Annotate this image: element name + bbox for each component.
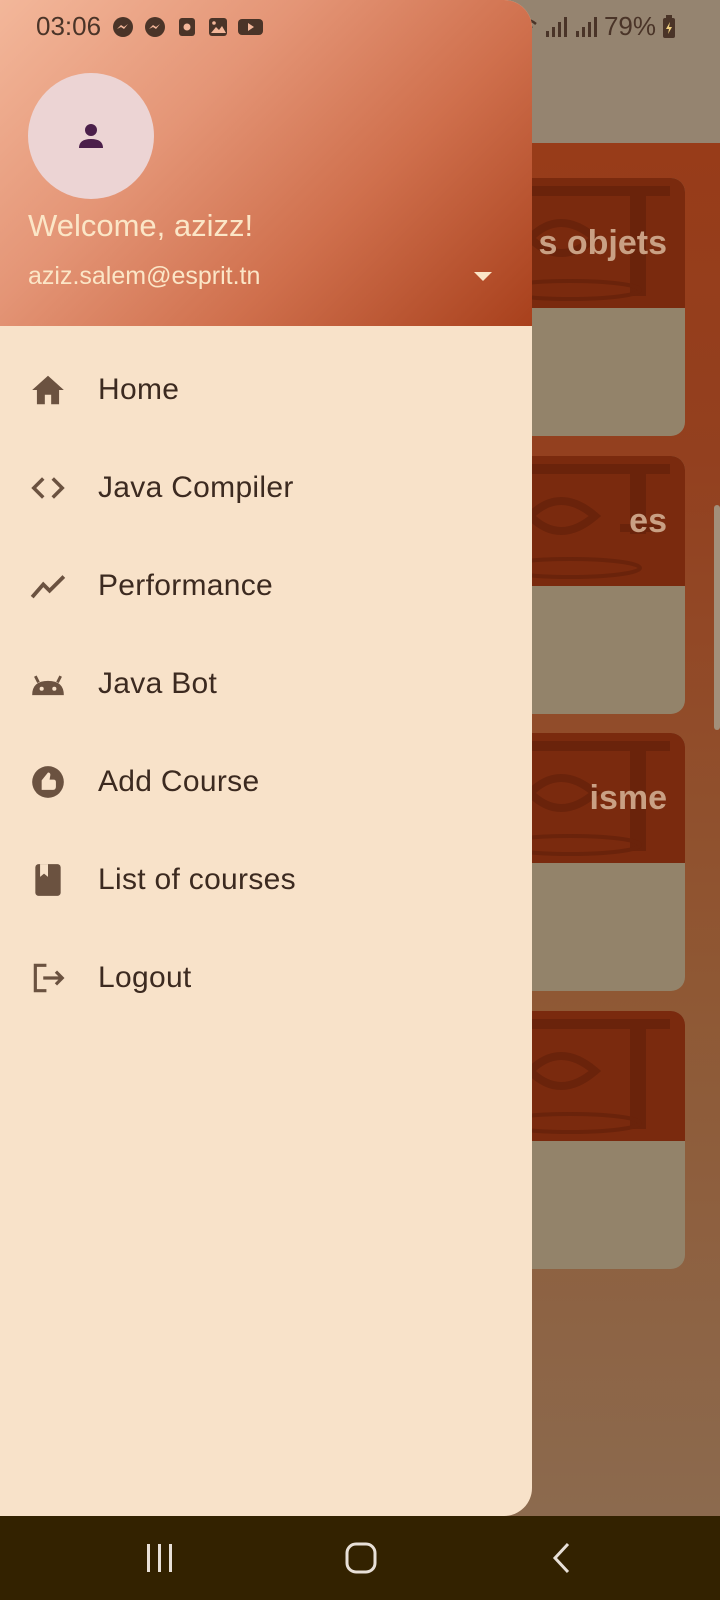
drawer-item-home[interactable]: Home	[0, 341, 532, 437]
course-title: es	[629, 502, 667, 540]
drawer-item-label: Java Bot	[98, 667, 218, 700]
youtube-icon	[238, 19, 263, 35]
course-title: s objets	[538, 224, 667, 262]
drawer-item-label: Logout	[98, 961, 192, 994]
screen-record-icon	[179, 18, 195, 36]
drawer-item-label: List of courses	[98, 863, 296, 896]
background-scrollbar	[714, 505, 720, 730]
system-nav-bar	[0, 1516, 720, 1600]
drawer-item-list-of-courses[interactable]: List of courses	[0, 831, 532, 927]
home-icon	[32, 375, 64, 405]
drawer-item-performance[interactable]: Performance	[0, 537, 532, 633]
messenger-icon	[145, 17, 165, 37]
back-icon[interactable]	[540, 1536, 584, 1580]
welcome-text: Welcome, azizz!	[28, 208, 254, 243]
drawer-item-logout[interactable]: Logout	[0, 929, 532, 1025]
drawer-item-label: Java Compiler	[98, 471, 294, 504]
drawer-item-add-course[interactable]: Add Course	[0, 733, 532, 829]
trending-icon	[30, 575, 66, 599]
drawer-item-label: Add Course	[98, 765, 260, 798]
course-title: isme	[589, 779, 668, 817]
person-icon	[79, 124, 103, 148]
recent-apps-icon[interactable]	[138, 1536, 182, 1580]
code-icon	[31, 477, 65, 499]
thumb-up-icon	[32, 766, 64, 798]
logout-icon	[33, 963, 65, 993]
account-email: aziz.salem@esprit.tn	[28, 262, 261, 290]
android-icon	[32, 675, 64, 696]
home-button-icon[interactable]	[339, 1536, 383, 1580]
drawer-item-java-compiler[interactable]: Java Compiler	[0, 439, 532, 535]
messenger-icon	[113, 17, 133, 37]
drawer-item-label: Home	[98, 373, 180, 406]
gallery-icon	[209, 18, 227, 36]
status-time: 03:06	[36, 11, 102, 41]
book-icon	[35, 864, 61, 896]
dropdown-arrow-icon[interactable]	[468, 266, 498, 286]
avatar[interactable]	[28, 73, 154, 199]
navigation-drawer: Welcome, azizz! aziz.salem@esprit.tn Hom…	[0, 0, 532, 1516]
drawer-item-java-bot[interactable]: Java Bot	[0, 635, 532, 731]
drawer-item-label: Performance	[98, 569, 274, 602]
status-bar: 03:06	[0, 0, 720, 52]
